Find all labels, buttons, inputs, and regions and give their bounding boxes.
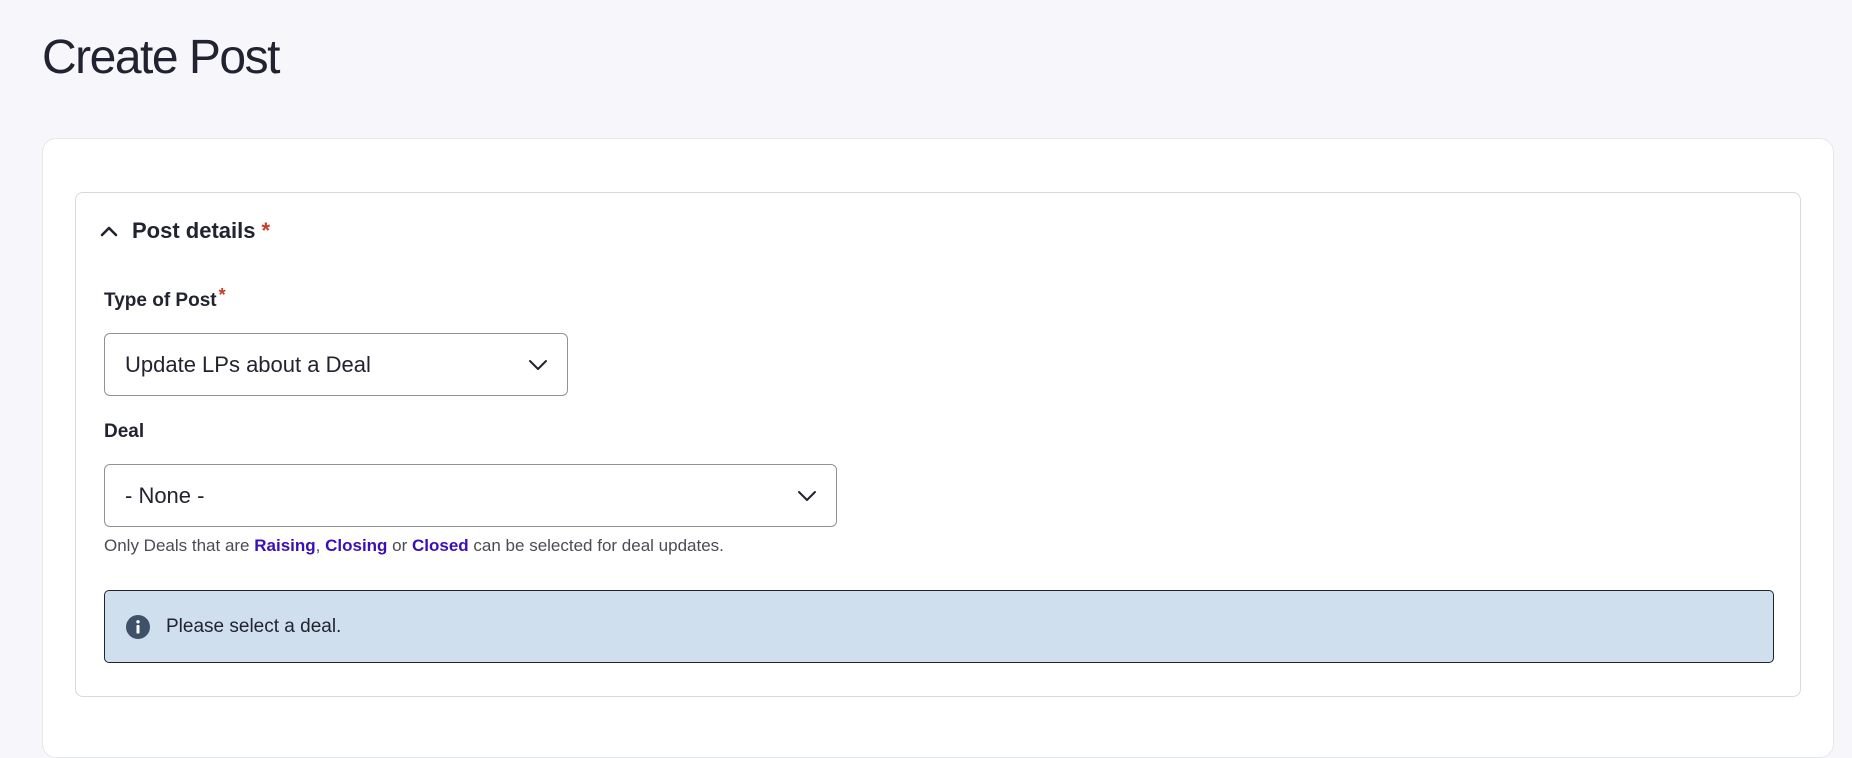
raising-link[interactable]: Raising (254, 536, 315, 555)
help-sep-2: or (387, 536, 413, 555)
page-title: Create Post (42, 31, 280, 84)
info-message: Please select a deal. (104, 590, 1774, 663)
help-prefix: Only Deals that are (104, 536, 255, 555)
deal-value: - None - (125, 482, 205, 508)
chevron-down-icon (527, 354, 549, 376)
post-details-toggle[interactable]: Post details * (98, 213, 270, 249)
post-details-section: Post details * Type of Post * Update LPs … (75, 192, 1801, 697)
info-message-text: Please select a deal. (166, 615, 342, 637)
deal-select[interactable]: - None - (104, 464, 837, 527)
help-suffix: can be selected for deal updates. (468, 536, 724, 555)
required-marker: * (261, 218, 271, 243)
help-sep-1: , (315, 536, 326, 555)
form-card: Post details * Type of Post * Update LPs … (42, 138, 1834, 758)
closing-link[interactable]: Closing (325, 536, 387, 555)
deal-label: Deal (104, 421, 145, 442)
type-of-post-select[interactable]: Update LPs about a Deal (104, 333, 568, 396)
type-of-post-label: Type of Post * (104, 285, 226, 312)
chevron-down-icon (796, 485, 818, 507)
post-details-title: Post details (132, 218, 256, 243)
info-icon (126, 614, 150, 639)
closed-link[interactable]: Closed (412, 536, 469, 555)
type-of-post-value: Update LPs about a Deal (125, 351, 371, 377)
deal-help-text: Only Deals that are Raising, Closing or … (104, 536, 724, 556)
required-marker: * (218, 285, 226, 305)
type-of-post-label-text: Type of Post (104, 290, 217, 311)
chevron-up-icon (98, 220, 120, 242)
